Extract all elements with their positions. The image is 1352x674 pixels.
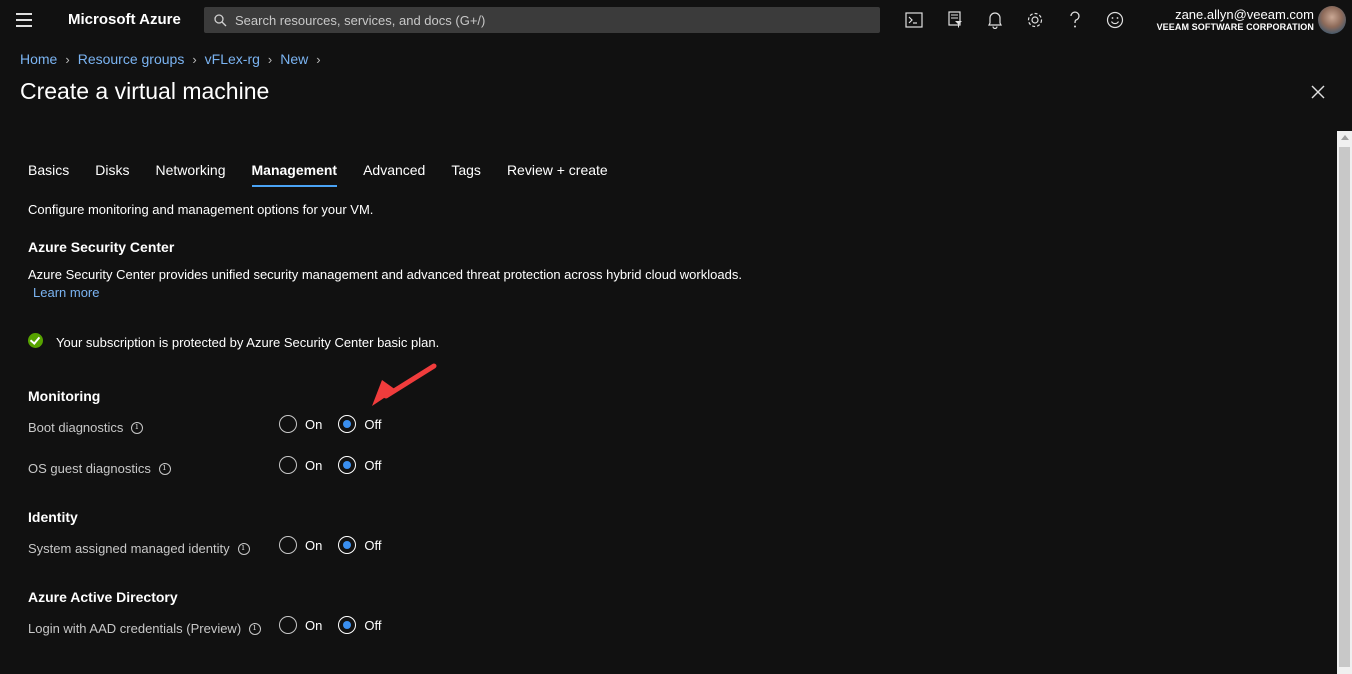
login-aad-radio-group: On Off bbox=[279, 616, 397, 634]
scrollbar[interactable] bbox=[1337, 131, 1352, 674]
boot-diagnostics-radio-group: On Off bbox=[279, 415, 397, 433]
feedback-icon[interactable] bbox=[1105, 10, 1125, 30]
tab-review-create[interactable]: Review + create bbox=[507, 162, 608, 187]
breadcrumb-resource-group[interactable]: vFLex-rg bbox=[205, 51, 260, 67]
user-email: zane.allyn@veeam.com bbox=[1175, 7, 1314, 22]
login-aad-on-radio[interactable]: On bbox=[279, 616, 322, 634]
os-guest-diagnostics-radio-group: On Off bbox=[279, 456, 397, 474]
user-org: VEEAM SOFTWARE CORPORATION bbox=[1156, 22, 1314, 32]
tab-tags[interactable]: Tags bbox=[451, 162, 481, 187]
info-icon[interactable] bbox=[249, 622, 262, 635]
tab-bar: Basics Disks Networking Management Advan… bbox=[28, 162, 634, 187]
tab-networking[interactable]: Networking bbox=[155, 162, 225, 187]
breadcrumb-resource-groups[interactable]: Resource groups bbox=[78, 51, 185, 67]
breadcrumb: Home › Resource groups › vFLex-rg › New … bbox=[20, 51, 329, 67]
radio-label-off: Off bbox=[364, 457, 382, 473]
system-identity-label: System assigned managed identity bbox=[28, 541, 250, 556]
page-title: Create a virtual machine bbox=[20, 78, 270, 104]
checkmark-icon bbox=[28, 333, 43, 348]
os-guest-diagnostics-on-radio[interactable]: On bbox=[279, 456, 322, 474]
tab-basics[interactable]: Basics bbox=[28, 162, 69, 187]
tab-advanced[interactable]: Advanced bbox=[363, 162, 425, 187]
scrollbar-thumb[interactable] bbox=[1339, 147, 1350, 667]
directory-filter-icon[interactable] bbox=[945, 10, 965, 30]
boot-diagnostics-off-radio[interactable]: Off bbox=[338, 415, 381, 433]
radio-label-off: Off bbox=[364, 416, 382, 432]
info-icon[interactable] bbox=[158, 462, 171, 475]
learn-more-link[interactable]: Learn more bbox=[33, 285, 99, 300]
search-icon bbox=[214, 13, 227, 26]
info-icon[interactable] bbox=[237, 542, 250, 555]
menu-icon[interactable] bbox=[16, 13, 32, 27]
system-identity-text: System assigned managed identity bbox=[28, 541, 230, 556]
login-aad-text: Login with AAD credentials (Preview) bbox=[28, 621, 242, 636]
section-identity: Identity bbox=[28, 509, 78, 525]
section-monitoring: Monitoring bbox=[28, 388, 101, 404]
notifications-icon[interactable] bbox=[985, 10, 1005, 30]
cloud-shell-icon[interactable] bbox=[904, 10, 924, 30]
os-guest-diagnostics-label: OS guest diagnostics bbox=[28, 461, 171, 476]
annotation-arrow-icon bbox=[372, 363, 437, 406]
boot-diagnostics-label: Boot diagnostics bbox=[28, 420, 144, 435]
security-status-text: Your subscription is protected by Azure … bbox=[56, 335, 440, 350]
settings-icon[interactable] bbox=[1025, 10, 1045, 30]
radio-label-on: On bbox=[305, 537, 323, 553]
boot-diagnostics-on-radio[interactable]: On bbox=[279, 415, 322, 433]
security-center-description: Azure Security Center provides unified s… bbox=[28, 267, 742, 282]
avatar[interactable] bbox=[1318, 6, 1346, 34]
chevron-right-icon: › bbox=[192, 51, 197, 67]
scroll-up-icon[interactable] bbox=[1341, 135, 1349, 140]
radio-label-off: Off bbox=[364, 537, 382, 553]
close-icon[interactable] bbox=[1310, 84, 1326, 100]
chevron-right-icon: › bbox=[267, 51, 273, 67]
login-aad-off-radio[interactable]: Off bbox=[338, 616, 381, 634]
os-guest-diagnostics-off-radio[interactable]: Off bbox=[338, 456, 381, 474]
tab-disks[interactable]: Disks bbox=[95, 162, 129, 187]
help-icon[interactable] bbox=[1065, 10, 1085, 30]
radio-label-off: Off bbox=[364, 617, 382, 633]
chevron-right-icon: › bbox=[316, 51, 321, 67]
radio-label-on: On bbox=[305, 457, 323, 473]
breadcrumb-home[interactable]: Home bbox=[20, 51, 57, 67]
chevron-right-icon: › bbox=[65, 51, 70, 67]
system-identity-radio-group: On Off bbox=[279, 536, 397, 554]
section-azure-active-directory: Azure Active Directory bbox=[28, 589, 178, 605]
user-account[interactable]: zane.allyn@veeam.com VEEAM SOFTWARE CORP… bbox=[1157, 7, 1314, 32]
boot-diagnostics-text: Boot diagnostics bbox=[28, 420, 124, 435]
radio-label-on: On bbox=[305, 416, 323, 432]
search-input[interactable] bbox=[235, 12, 835, 28]
system-identity-on-radio[interactable]: On bbox=[279, 536, 322, 554]
brand-title[interactable]: Microsoft Azure bbox=[68, 11, 181, 28]
radio-label-on: On bbox=[305, 617, 323, 633]
breadcrumb-new[interactable]: New bbox=[280, 51, 308, 67]
system-identity-off-radio[interactable]: Off bbox=[338, 536, 381, 554]
search-box[interactable] bbox=[204, 7, 880, 33]
intro-text: Configure monitoring and management opti… bbox=[28, 202, 374, 217]
info-icon[interactable] bbox=[131, 421, 144, 434]
tab-management[interactable]: Management bbox=[251, 162, 338, 187]
section-security-center: Azure Security Center bbox=[28, 239, 175, 255]
login-aad-label: Login with AAD credentials (Preview) bbox=[28, 621, 262, 636]
top-bar: Microsoft Azure zane.allyn@veeam.com VEE… bbox=[0, 0, 1352, 40]
os-guest-diagnostics-text: OS guest diagnostics bbox=[28, 461, 151, 476]
